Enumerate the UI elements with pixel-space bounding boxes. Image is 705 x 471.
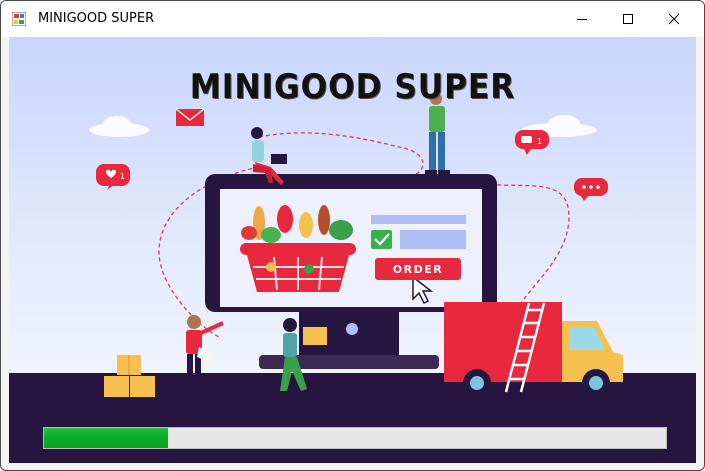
delivery-truck-icon bbox=[444, 302, 626, 397]
close-button[interactable] bbox=[651, 1, 697, 37]
progress-fill bbox=[44, 428, 169, 448]
svg-text:1: 1 bbox=[537, 137, 542, 146]
close-icon bbox=[668, 13, 680, 25]
boxes-stack bbox=[104, 355, 155, 397]
maximize-icon bbox=[623, 14, 633, 24]
chat-notification-icon: 1 bbox=[515, 130, 549, 155]
maximize-button[interactable] bbox=[605, 1, 651, 37]
splash-headline: MINIGOOD SUPER bbox=[189, 67, 516, 107]
minimize-icon bbox=[577, 19, 587, 20]
message-dots-icon bbox=[574, 178, 608, 201]
minimize-button[interactable] bbox=[559, 1, 605, 37]
app-window: MINIGOOD SUPER 1 1 MINIGOOD SUPER ORDER bbox=[0, 0, 705, 471]
splash-panel: 1 1 MINIGOOD SUPER ORDER bbox=[9, 37, 696, 463]
mail-icon bbox=[175, 108, 205, 126]
window-title: MINIGOOD SUPER bbox=[38, 11, 155, 26]
like-notification-icon: 1 bbox=[96, 164, 130, 190]
svg-text:1: 1 bbox=[120, 172, 125, 181]
app-icon bbox=[12, 12, 26, 26]
loading-progress-bar bbox=[43, 427, 667, 449]
title-bar[interactable]: MINIGOOD SUPER bbox=[1, 1, 704, 37]
order-button: ORDER bbox=[375, 258, 461, 280]
